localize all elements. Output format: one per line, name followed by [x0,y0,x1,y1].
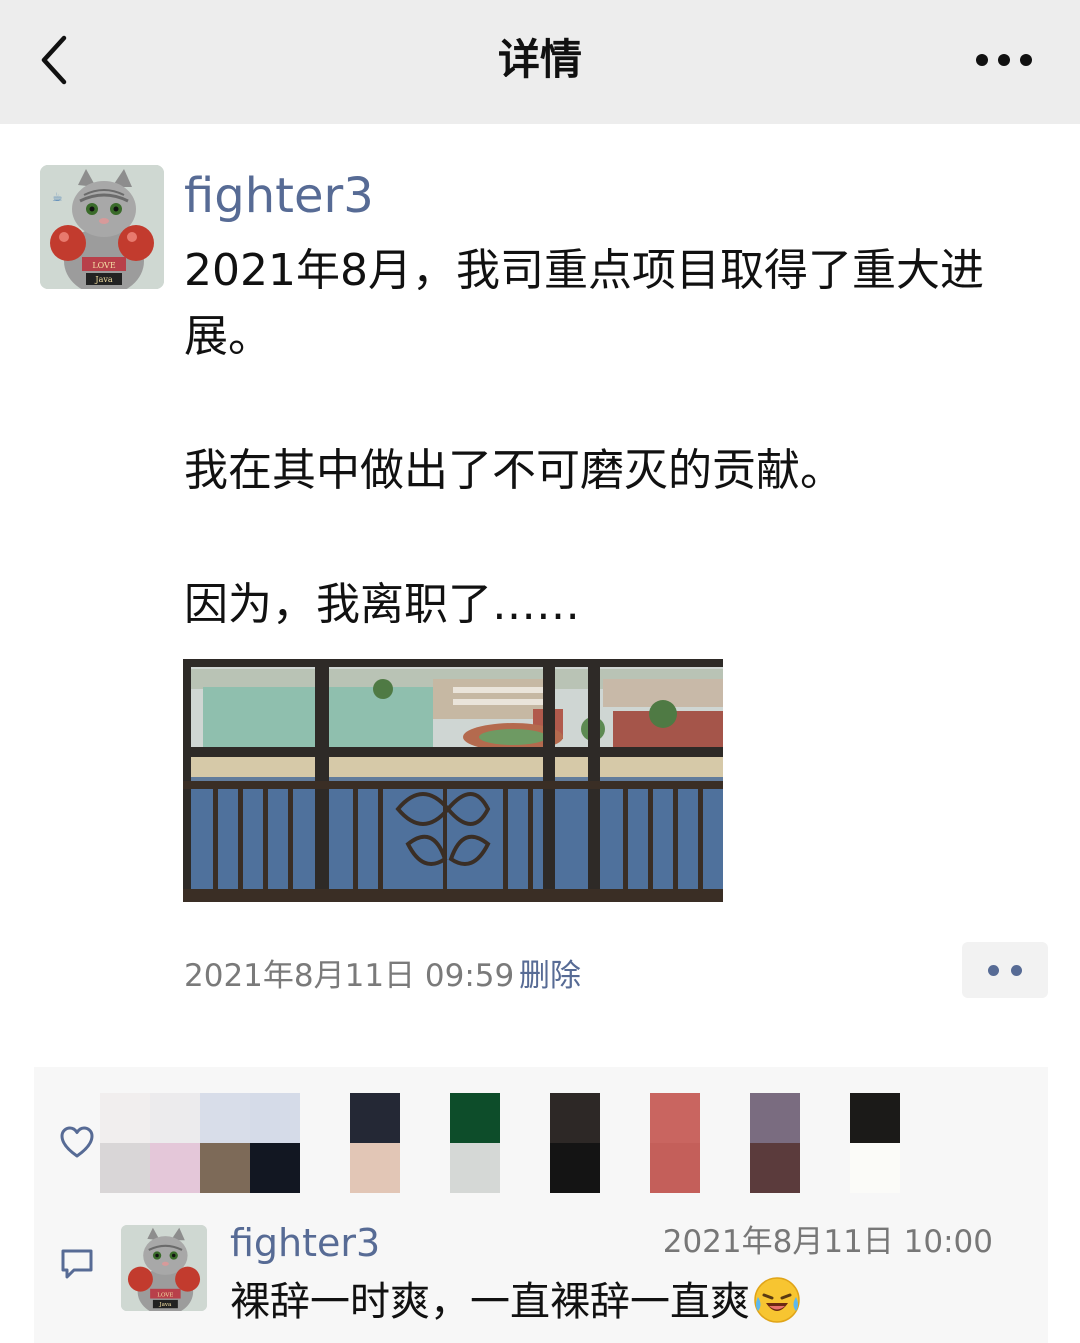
page-title: 详情 [497,35,582,84]
heart-icon [60,1126,94,1158]
liker-avatar[interactable] [750,1093,800,1193]
cat-boxer-avatar-icon: LOVE Java ☕ [40,165,164,289]
comment-icon [61,1249,93,1279]
delete-button[interactable]: 删除 [519,955,581,997]
laughing-crying-emoji-icon [754,1277,800,1323]
post-paragraph: 因为，我离职了…… [184,579,580,630]
liker-avatar[interactable] [250,1093,300,1193]
comment-text-content: 裸辞一时爽，一直裸辞一直爽 [230,1279,750,1325]
liker-avatar[interactable] [150,1093,200,1193]
liker-avatar[interactable] [100,1093,150,1193]
comment-timestamp: 2021年8月11日 10:00 [662,1224,993,1260]
post-author-name[interactable]: fighter3 [184,166,374,226]
liker-avatar[interactable] [350,1093,400,1193]
svg-text:LOVE: LOVE [157,1292,173,1298]
post-photo[interactable] [183,659,723,902]
post-paragraph: 展。 [184,311,272,362]
svg-text:Java: Java [94,275,112,284]
liker-avatar[interactable] [200,1093,250,1193]
more-options-icon[interactable] [976,48,1032,72]
liker-avatar[interactable] [650,1093,700,1193]
svg-text:☕: ☕ [52,190,63,204]
avatar[interactable]: LOVE Java ☕ [40,165,164,289]
post-paragraph: 2021年8月，我司重点项目取得了重大进 [184,245,984,296]
comment-text: 裸辞一时爽，一直裸辞一直爽 [230,1274,802,1330]
commenter-avatar[interactable]: LOVE Java [121,1225,207,1311]
comment-author-name[interactable]: fighter3 [230,1220,380,1266]
post-paragraph: 我在其中做出了不可磨灭的贡献。 [184,445,844,496]
top-bar: 详情 [0,0,1080,124]
post-action-menu-icon[interactable] [962,942,1048,998]
svg-text:LOVE: LOVE [92,261,116,270]
liker-avatar[interactable] [850,1093,900,1193]
liker-avatar[interactable] [450,1093,500,1193]
svg-text:Java: Java [158,1302,172,1308]
post-timestamp: 2021年8月11日 09:59 [184,958,515,994]
liker-avatar[interactable] [550,1093,600,1193]
cat-boxer-avatar-icon: LOVE Java [121,1225,207,1311]
